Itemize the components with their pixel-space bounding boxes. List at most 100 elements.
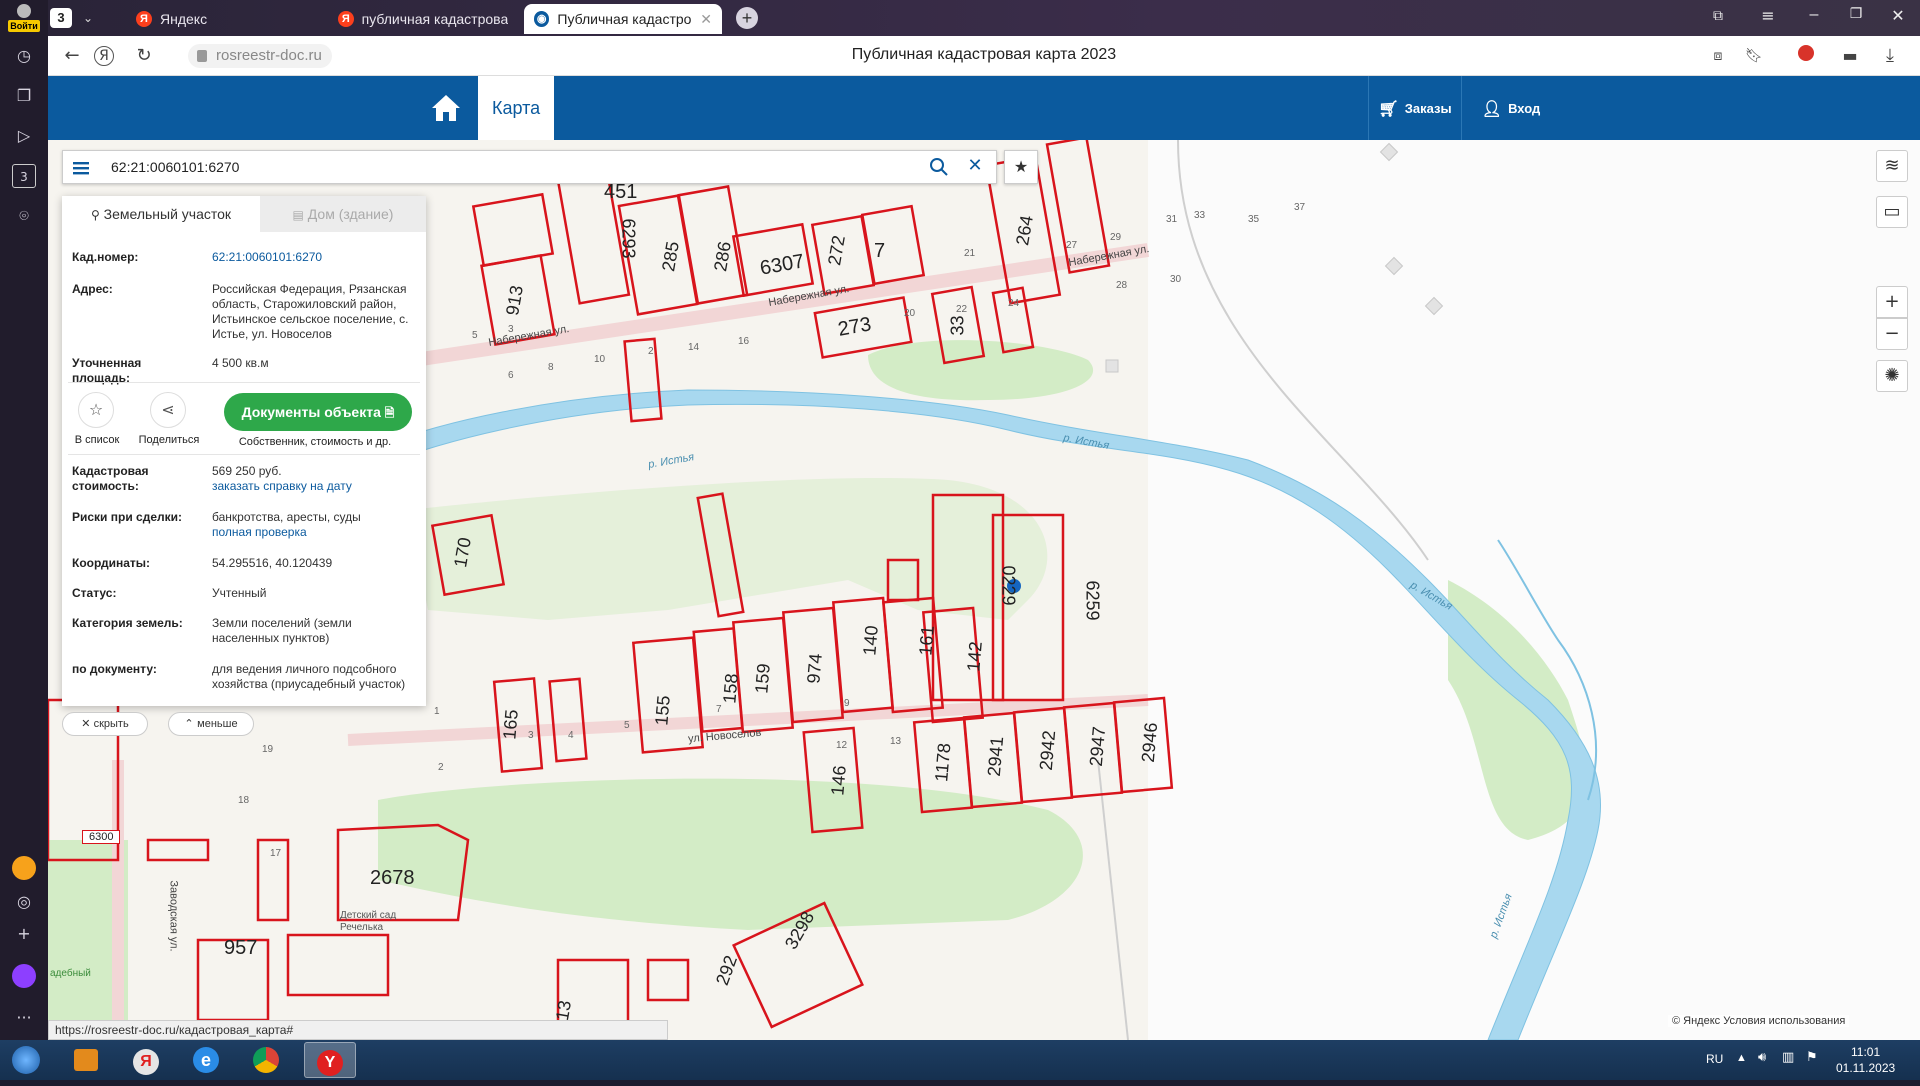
collections-icon[interactable]: ❐ <box>12 84 36 108</box>
search-input[interactable] <box>111 151 871 183</box>
tab-map[interactable]: Карта <box>478 76 555 140</box>
volume-icon[interactable]: 🔊︎ <box>1758 1050 1766 1065</box>
media-player-app[interactable] <box>60 1042 112 1078</box>
tab-cadastral-map[interactable]: ◉ Публичная кадастрова ✕ <box>524 4 722 34</box>
minimize-icon[interactable]: – <box>1804 6 1824 26</box>
start-button[interactable] <box>0 1042 52 1078</box>
parcel-label: 6300 <box>82 830 121 844</box>
house-number: 31 <box>1166 214 1178 225</box>
house-number: 7 <box>716 704 722 715</box>
house-number: 30 <box>1170 274 1182 285</box>
bookmark-icon[interactable]: 🔖︎ <box>1742 44 1766 68</box>
zoom-out-button[interactable]: − <box>1876 318 1908 350</box>
camera-icon[interactable]: ⌾ <box>12 204 36 228</box>
house-number: 21 <box>964 248 976 259</box>
loading-spinner-icon: ✺ <box>1876 360 1908 392</box>
extension-icon[interactable] <box>1794 44 1818 68</box>
parcel-label: 33 <box>947 315 968 336</box>
share-icon[interactable]: ⋖ <box>150 392 186 428</box>
cost-label: Кадастровая стоимость: <box>72 464 149 493</box>
parcel-label: 161 <box>915 624 938 657</box>
orders-button[interactable]: 🛒︎ Заказы <box>1368 76 1462 140</box>
tray-up-arrow-icon[interactable]: ▲ <box>1736 1052 1747 1064</box>
full-check-link[interactable]: полная проверка <box>212 525 412 540</box>
tab-cadastral-search[interactable]: Я публичная кадастровая к <box>328 4 518 34</box>
video-icon[interactable]: ▷ <box>12 124 36 148</box>
parcel-label: 146 <box>827 764 850 797</box>
home-icon[interactable] <box>428 90 464 126</box>
close-icon[interactable]: ✕ <box>965 155 985 177</box>
user-avatar[interactable]: Войти <box>8 4 40 32</box>
tab-share-icon[interactable]: ⧈ <box>1706 44 1730 68</box>
cadnum-value[interactable]: 62:21:0060101:6270 <box>212 250 412 265</box>
tab-list-chevron-icon[interactable]: ⌄ <box>78 8 98 28</box>
bookmarks-icon[interactable]: ⧉ <box>1708 8 1728 28</box>
star-icon[interactable]: ★ <box>1004 150 1038 184</box>
search-icon[interactable] <box>929 157 949 177</box>
parcel-label: 1178 <box>931 742 955 783</box>
status-bar-url: https://rosreestr-doc.ru/кадастровая_кар… <box>48 1020 668 1040</box>
parcel-label: 451 <box>604 181 638 203</box>
restore-icon[interactable]: ❐ <box>1846 6 1866 26</box>
parcel-label: 2946 <box>1137 721 1162 764</box>
order-certificate-link[interactable]: заказать справку на дату <box>212 479 412 494</box>
network-icon[interactable]: ▥ <box>1782 1050 1794 1065</box>
alice-shop-icon[interactable] <box>12 856 36 880</box>
yandex-app-active[interactable]: Y <box>304 1042 356 1078</box>
close-tab-icon[interactable]: ✕ <box>700 11 712 28</box>
history-icon[interactable]: ◷ <box>12 44 36 68</box>
hamburger-menu-icon[interactable] <box>71 158 91 178</box>
parcel-label: 6259 <box>1082 580 1103 621</box>
document-use-value: для ведения личного подсобного хозяйства… <box>212 662 406 691</box>
fullscreen-icon[interactable]: ▭ <box>1876 196 1908 228</box>
house-number: 16 <box>738 336 750 347</box>
three-icon[interactable]: 3 <box>12 164 36 188</box>
house-number: 2 <box>438 762 444 773</box>
hide-panel-button[interactable]: ✕ скрыть <box>62 712 148 736</box>
clock[interactable]: 11:01 01.11.2023 <box>1836 1044 1895 1076</box>
area-value: 4 500 кв.м <box>212 356 269 370</box>
login-button[interactable]: 👤︎ Вход <box>1464 76 1558 140</box>
attribution[interactable]: © Яндекс Условия использования <box>1668 1015 1850 1027</box>
collapse-panel-button[interactable]: ⌃ меньше <box>168 712 254 736</box>
object-documents-button[interactable]: Документы объекта 🗎︎ <box>224 393 412 431</box>
user-icon: 👤︎ <box>1481 98 1503 118</box>
parcel-label: 974 <box>803 652 826 685</box>
action-center-icon[interactable]: ⚑ <box>1806 1050 1818 1065</box>
add-icon[interactable]: + <box>12 922 36 946</box>
globe-icon: ◉ <box>534 11 550 27</box>
internet-explorer-app[interactable]: e <box>180 1042 232 1078</box>
new-tab-button[interactable]: + <box>736 7 758 29</box>
tab-land-plot[interactable]: ⚲ Земельный участок <box>62 196 260 232</box>
download-icon[interactable]: ⤓ <box>1878 44 1902 68</box>
yandex-browser-app[interactable]: Я <box>120 1042 172 1078</box>
parcel-label: 2941 <box>983 735 1008 778</box>
close-window-icon[interactable]: ✕ <box>1888 6 1908 26</box>
login-badge[interactable]: Войти <box>8 20 40 32</box>
alice-settings-icon[interactable]: ◎ <box>12 890 36 914</box>
chrome-app[interactable] <box>240 1042 292 1078</box>
tab-yandex[interactable]: Я Яндекс <box>126 4 316 34</box>
zoom-in-button[interactable]: + <box>1876 286 1908 318</box>
tab-counter[interactable]: 3 <box>50 8 72 28</box>
chevron-up-icon: ⌃ <box>184 717 198 730</box>
cart-icon: 🛒︎ <box>1378 98 1399 118</box>
cost-value: 569 250 руб. <box>212 464 282 478</box>
parcel-label: 6293 <box>618 218 639 259</box>
house-number: 1 <box>434 706 440 717</box>
protect-icon[interactable]: ▬ <box>1838 44 1862 68</box>
chrome-icon <box>253 1047 279 1073</box>
parcel-label: 2947 <box>1085 725 1110 768</box>
risk-value: банкротства, аресты, суды <box>212 510 361 524</box>
yandex-y-icon: Y <box>317 1050 343 1076</box>
category-value: Земли поселений (земли населенных пункто… <box>212 616 352 645</box>
more-icon[interactable]: ··· <box>12 1006 36 1030</box>
alice-icon[interactable] <box>12 964 36 988</box>
object-documents-subtitle: Собственник, стоимость и др. <box>238 436 392 448</box>
language-indicator[interactable]: RU <box>1706 1052 1723 1066</box>
house-number: 5 <box>624 720 630 731</box>
add-to-list-star-icon[interactable]: ☆ <box>78 392 114 428</box>
layers-icon[interactable]: ≋ <box>1876 150 1908 182</box>
menu-icon[interactable]: ≡ <box>1758 6 1778 26</box>
tab-building[interactable]: ▤ Дом (здание) <box>260 196 426 232</box>
